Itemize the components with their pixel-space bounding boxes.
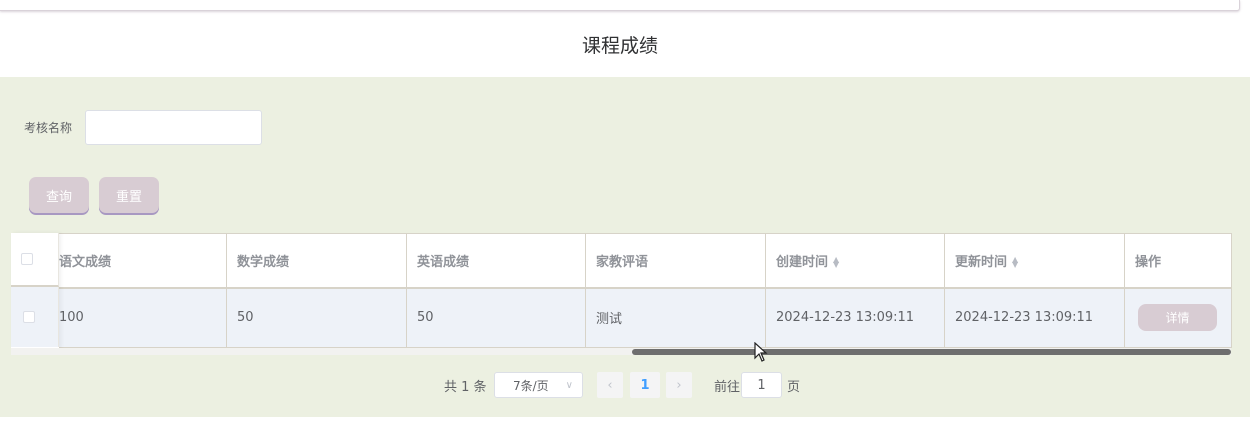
- header-label: 更新时间: [955, 254, 1008, 270]
- chevron-down-icon: ∨: [565, 379, 573, 391]
- reset-button[interactable]: 重置: [99, 177, 159, 213]
- detail-button[interactable]: 详情: [1138, 304, 1217, 332]
- top-card: [0, 0, 1240, 11]
- header-label: 语文成绩: [59, 254, 112, 270]
- cell-actions: 详情: [1124, 287, 1232, 348]
- row-select-cell: [11, 287, 59, 347]
- page-title: 课程成绩: [581, 35, 658, 57]
- select-all-cell: [11, 233, 59, 287]
- sort-caret-icon[interactable]: ▲ ▼: [833, 256, 839, 269]
- page-size-value: 7条/页: [513, 378, 549, 393]
- header-updated-time[interactable]: 更新时间 ▲ ▼: [944, 233, 1125, 289]
- cell-english-score: 50: [406, 287, 586, 348]
- scores-table: 语文成绩 数学成绩 英语成绩 家教评语 创建时间 ▲ ▼ 更新时间 ▲ ▼ 操作 100…: [11, 233, 1232, 349]
- cell-created-time: 2024-12-23 13:09:11: [765, 287, 945, 348]
- header-chinese-score: 语文成绩: [46, 233, 227, 289]
- goto-page-input[interactable]: 1: [741, 372, 782, 398]
- cell-updated-time: 2024-12-23 13:09:11: [944, 287, 1125, 348]
- header-label: 创建时间: [776, 254, 829, 270]
- sort-caret-icon[interactable]: ▲ ▼: [1012, 256, 1018, 269]
- assessment-name-input[interactable]: [85, 110, 262, 145]
- header-actions: 操作: [1124, 233, 1232, 289]
- pagination-total: 共 1 条: [444, 379, 487, 395]
- select-all-checkbox[interactable]: [21, 253, 33, 265]
- cell-tutor-comment: 测试: [585, 287, 766, 348]
- horizontal-scrollbar-thumb[interactable]: [632, 349, 1231, 355]
- table-header-row: 语文成绩 数学成绩 英语成绩 家教评语 创建时间 ▲ ▼ 更新时间 ▲ ▼ 操作: [11, 233, 1232, 289]
- chevron-right-icon: ›: [676, 377, 682, 393]
- goto-label: 前往: [714, 379, 741, 395]
- fixed-selection-column: [11, 233, 59, 349]
- goto-suffix: 页: [787, 379, 801, 395]
- row-checkbox[interactable]: [23, 311, 35, 323]
- header-english-score: 英语成绩: [406, 233, 586, 289]
- page-number-current[interactable]: 1: [630, 372, 660, 398]
- prev-page-button[interactable]: ‹: [597, 372, 623, 398]
- next-page-button[interactable]: ›: [666, 372, 692, 398]
- header-created-time[interactable]: 创建时间 ▲ ▼: [765, 233, 945, 289]
- header-tutor-comment: 家教评语: [585, 233, 766, 289]
- query-button[interactable]: 查询: [29, 177, 89, 213]
- header-label: 家教评语: [596, 254, 649, 270]
- header-label: 操作: [1135, 254, 1162, 270]
- table-row: 100 50 50 测试 2024-12-23 13:09:11 2024-12…: [11, 287, 1232, 348]
- header-label: 英语成绩: [417, 254, 470, 270]
- page-size-select[interactable]: 7条/页 ∨: [494, 372, 583, 398]
- cell-chinese-score: 100: [46, 287, 227, 348]
- header-label: 数学成绩: [237, 254, 290, 270]
- header-math-score: 数学成绩: [226, 233, 407, 289]
- cell-math-score: 50: [226, 287, 407, 348]
- mouse-pointer-icon: [754, 342, 768, 362]
- right-margin: [1250, 0, 1257, 432]
- chevron-left-icon: ‹: [607, 377, 613, 393]
- search-field-label: 考核名称: [24, 121, 73, 135]
